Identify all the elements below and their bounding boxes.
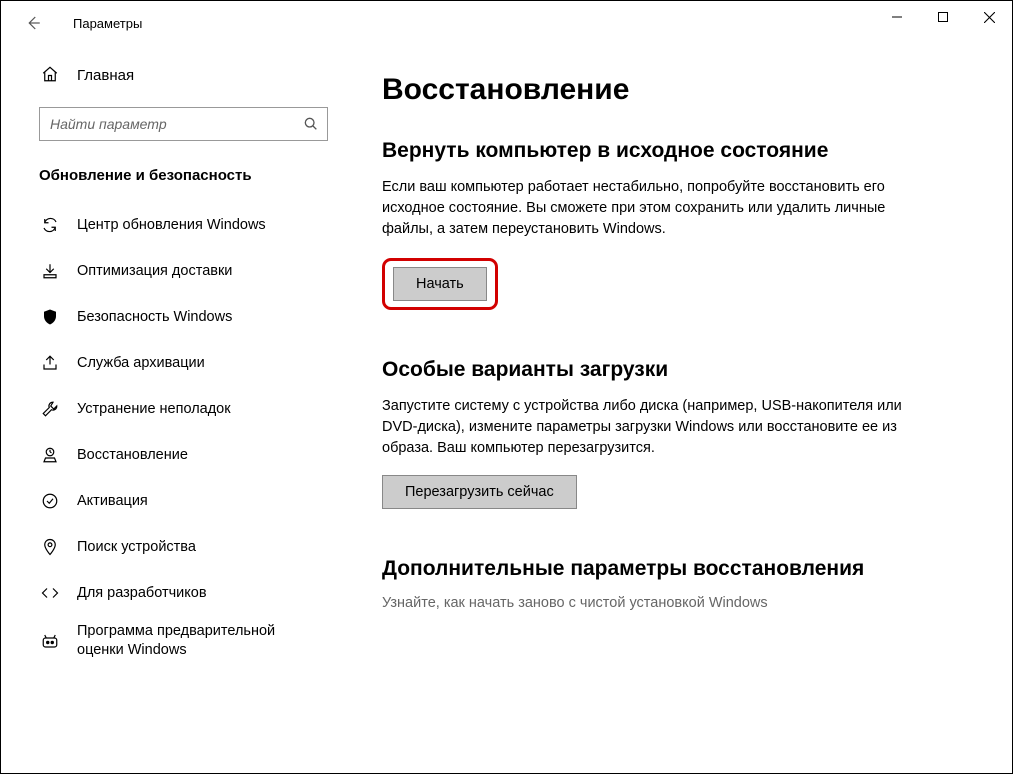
recovery-icon [41, 446, 59, 464]
sidebar: Главная Обновление и безопасность Центр … [1, 45, 346, 773]
backup-icon [41, 354, 59, 372]
insider-icon [41, 632, 59, 650]
sidebar-section-header: Обновление и безопасность [1, 159, 346, 202]
close-button[interactable] [966, 1, 1012, 33]
sidebar-item-troubleshoot[interactable]: Устранение неполадок [1, 386, 346, 432]
reset-start-button[interactable]: Начать [393, 267, 487, 301]
search-box[interactable] [39, 107, 328, 141]
sidebar-item-label: Устранение неполадок [77, 400, 322, 419]
section-advanced-startup: Особые варианты загрузки Запустите систе… [382, 358, 976, 509]
sidebar-item-label: Безопасность Windows [77, 308, 322, 327]
sidebar-item-activation[interactable]: Активация [1, 478, 346, 524]
main-content: Восстановление Вернуть компьютер в исход… [346, 45, 1012, 773]
shield-icon [41, 308, 59, 326]
sidebar-item-label: Поиск устройства [77, 538, 322, 557]
maximize-button[interactable] [920, 1, 966, 33]
section-reset-pc: Вернуть компьютер в исходное состояние Е… [382, 139, 976, 310]
sidebar-item-label: Активация [77, 492, 322, 511]
back-button[interactable] [15, 5, 51, 41]
minimize-icon [892, 12, 902, 22]
more-recovery-heading: Дополнительные параметры восстановления [382, 557, 976, 581]
search-input[interactable] [50, 116, 303, 132]
delivery-icon [41, 262, 59, 280]
minimize-button[interactable] [874, 1, 920, 33]
fresh-start-link[interactable]: Узнайте, как начать заново с чистой уста… [382, 595, 976, 611]
highlight-annotation: Начать [382, 258, 498, 310]
titlebar: Параметры [1, 1, 1012, 45]
sidebar-item-label: Центр обновления Windows [77, 216, 322, 235]
sidebar-item-find-device[interactable]: Поиск устройства [1, 524, 346, 570]
back-arrow-icon [24, 14, 42, 32]
sidebar-item-windows-security[interactable]: Безопасность Windows [1, 294, 346, 340]
advanced-startup-heading: Особые варианты загрузки [382, 358, 976, 382]
settings-window: Параметры Главная [0, 0, 1013, 774]
wrench-icon [41, 400, 59, 418]
find-device-icon [41, 538, 59, 556]
sidebar-item-delivery-optimization[interactable]: Оптимизация доставки [1, 248, 346, 294]
sidebar-item-label: Служба архивации [77, 354, 322, 373]
home-icon [41, 65, 61, 85]
sidebar-item-windows-update[interactable]: Центр обновления Windows [1, 202, 346, 248]
page-title: Восстановление [382, 73, 976, 107]
sidebar-item-label: Для разработчиков [77, 584, 322, 603]
sidebar-item-label: Восстановление [77, 446, 322, 465]
sidebar-item-label: Программа предварительной оценки Windows [77, 622, 322, 660]
activation-icon [41, 492, 59, 510]
sidebar-item-for-developers[interactable]: Для разработчиков [1, 570, 346, 616]
window-controls [874, 1, 1012, 33]
close-icon [984, 12, 995, 23]
sync-icon [41, 216, 59, 234]
maximize-icon [938, 12, 948, 22]
window-title: Параметры [51, 16, 142, 31]
sidebar-item-recovery[interactable]: Восстановление [1, 432, 346, 478]
home-link[interactable]: Главная [1, 55, 346, 95]
dev-icon [41, 584, 59, 602]
section-more-recovery: Дополнительные параметры восстановления … [382, 557, 976, 611]
sidebar-item-insider-program[interactable]: Программа предварительной оценки Windows [1, 616, 346, 666]
advanced-startup-description: Запустите систему с устройства либо диск… [382, 396, 922, 459]
restart-now-button[interactable]: Перезагрузить сейчас [382, 475, 577, 509]
sidebar-item-backup[interactable]: Служба архивации [1, 340, 346, 386]
home-label: Главная [77, 67, 134, 84]
sidebar-item-label: Оптимизация доставки [77, 262, 322, 281]
reset-heading: Вернуть компьютер в исходное состояние [382, 139, 976, 163]
reset-description: Если ваш компьютер работает нестабильно,… [382, 177, 922, 240]
search-icon [303, 116, 319, 132]
